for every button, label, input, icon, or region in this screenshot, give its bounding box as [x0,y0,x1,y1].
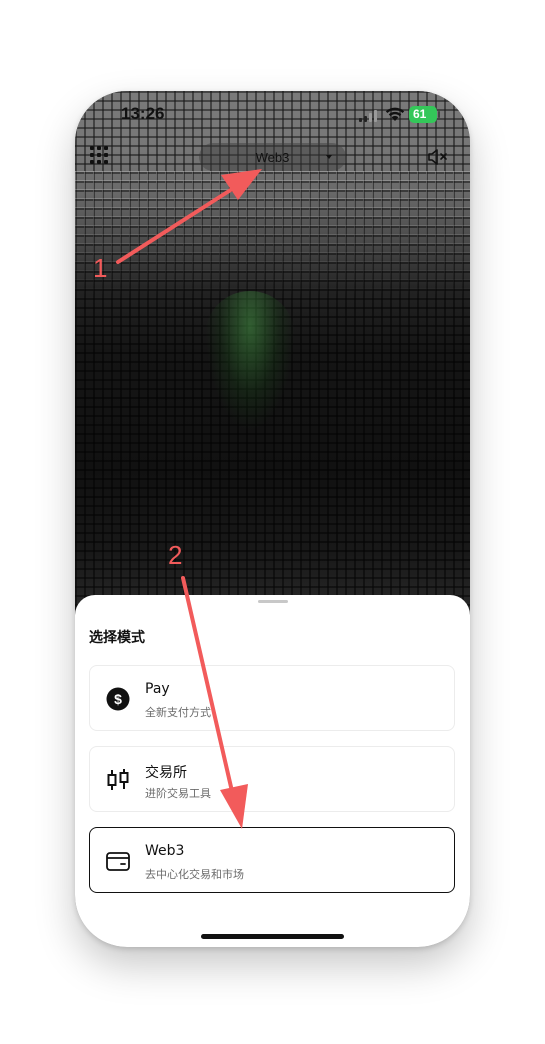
mode-selector-button[interactable]: Web3 [199,143,346,171]
green-figure-silhouette [205,291,295,431]
mode-selector-label: Web3 [255,149,290,165]
battery-indicator: 61 [409,106,437,123]
cellular-signal-icon [359,110,379,122]
annotation-number-2: 2 [168,540,183,570]
sheet-drag-handle[interactable] [258,600,288,603]
mode-select-sheet: 选择模式 $ Pay 全新支付方式 交易所 进阶交易工具 Web3 去中心化交易… [75,595,470,947]
option-title: Pay [145,681,170,697]
option-web3[interactable]: Web3 去中心化交易和市场 [89,827,455,893]
svg-text:$: $ [114,691,122,707]
option-title: 交易所 [145,765,187,781]
candlestick-icon [107,769,129,790]
status-time: 13:26 [121,104,165,123]
home-indicator [201,934,344,939]
wallet-icon [106,852,130,871]
option-exchange[interactable]: 交易所 进阶交易工具 [89,746,455,812]
phone-frame: 13:26 61 Web3 选择模式 $ Pay 全新支付方式 交易所 进阶交易… [75,91,470,947]
battery-level: 61 [413,107,427,121]
status-bar: 13:26 61 [75,91,470,139]
mute-icon[interactable] [427,147,449,167]
wifi-icon [385,107,405,121]
dollar-circle-icon: $ [106,687,130,711]
sheet-title: 选择模式 [89,630,145,646]
option-subtitle: 去中心化交易和市场 [145,868,244,881]
battery-tip [438,111,440,118]
option-subtitle: 进阶交易工具 [145,787,211,800]
option-pay[interactable]: $ Pay 全新支付方式 [89,665,455,731]
top-bar: Web3 [75,141,470,173]
annotation-number-1: 1 [93,253,108,283]
apps-grid-icon[interactable] [90,146,110,166]
caret-down-icon [326,155,332,159]
option-title: Web3 [145,843,185,859]
pixel-grid-highlight [75,171,470,301]
option-subtitle: 全新支付方式 [145,706,211,719]
